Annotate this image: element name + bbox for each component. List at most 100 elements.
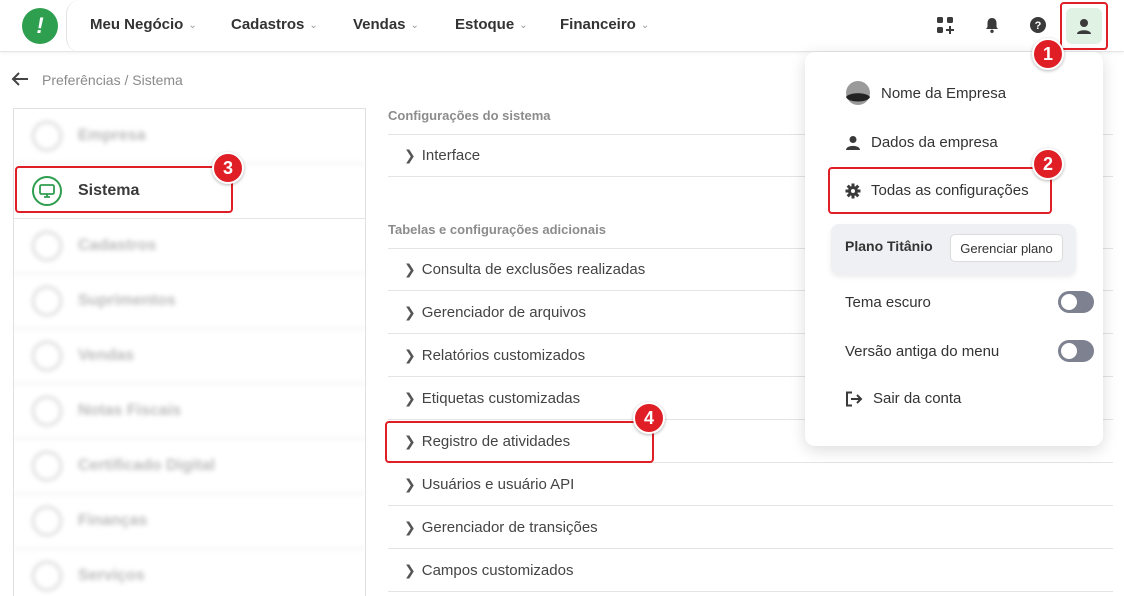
chevron-right-icon: ❯: [404, 147, 416, 163]
sidebar-item-suprimentos[interactable]: Suprimentos: [14, 274, 365, 329]
nav-label: Meu Negócio: [90, 16, 184, 33]
old-menu-toggle[interactable]: [1058, 340, 1094, 362]
settings-row[interactable]: ❯ Campos customizados: [388, 549, 1113, 592]
sidebar-item-cadastros[interactable]: Cadastros: [14, 219, 365, 274]
plan-card: Plano Titânio Gerenciar plano: [831, 224, 1076, 274]
chevron-down-icon: ⌄: [519, 20, 528, 31]
menu-company-data[interactable]: Dados da empresa: [845, 134, 998, 151]
financas-icon: [32, 506, 62, 536]
chevron-right-icon: ❯: [404, 475, 416, 492]
dark-theme-row: Tema escuro: [845, 291, 1094, 313]
chevron-down-icon: ⌄: [188, 20, 197, 31]
suprimentos-icon: [32, 286, 62, 316]
chevron-right-icon: ❯: [404, 303, 416, 320]
chevron-right-icon: ❯: [404, 261, 416, 277]
sidebar-item-sistema[interactable]: Sistema: [14, 164, 365, 219]
row-label: Usuários e usuário API: [421, 475, 575, 493]
user-dropdown-menu: Nome da Empresa Dados da empresa Todas a…: [805, 52, 1103, 446]
logo-divider: [66, 0, 80, 52]
sidebar-item-label: Notas Fiscais: [78, 402, 182, 419]
bell-icon[interactable]: [981, 14, 1003, 36]
menu-all-settings[interactable]: Todas as configurações: [845, 182, 1029, 199]
servicos-icon: [32, 561, 62, 591]
chevron-right-icon: ❯: [404, 561, 416, 578]
section-title-system: Configurações do sistema: [388, 108, 551, 123]
row-label: Relatórios customizados: [421, 346, 586, 364]
chevron-right-icon: ❯: [404, 518, 416, 535]
top-navbar: ! Meu Negócio ⌄ Cadastros ⌄ Vendas ⌄ Est…: [0, 0, 1124, 52]
nav-label: Financeiro: [560, 16, 636, 33]
menu-company-name: Nome da Empresa: [845, 80, 1006, 106]
sidebar-item-label: Serviços: [78, 567, 145, 584]
section-title-tables: Tabelas e configurações adicionais: [388, 222, 606, 237]
sidebar-item-label: Suprimentos: [78, 292, 176, 309]
logout-label: Sair da conta: [873, 390, 962, 407]
sidebar-item-label: Sistema: [78, 182, 140, 199]
back-arrow-icon[interactable]: [10, 70, 30, 93]
nav-meu-negocio[interactable]: Meu Negócio ⌄: [90, 16, 197, 33]
step-badge-2: 2: [1032, 148, 1064, 180]
chevron-right-icon: ❯: [404, 432, 416, 449]
sidebar-item-financas[interactable]: Finanças: [14, 494, 365, 549]
chevron-down-icon: ⌄: [640, 20, 650, 31]
gear-icon: [845, 183, 861, 198]
settings-row[interactable]: ❯ Gerenciador de transições: [388, 506, 1113, 549]
manage-plan-button[interactable]: Gerenciar plano: [950, 234, 1063, 262]
step-badge-3: 3: [212, 152, 244, 184]
dark-theme-toggle[interactable]: [1058, 291, 1094, 313]
nav-label: Cadastros: [231, 16, 305, 33]
all-settings-label: Todas as configurações: [871, 182, 1029, 199]
avatar-icon: [1077, 19, 1091, 34]
row-label: Consulta de exclusões realizadas: [421, 261, 646, 278]
nav-cadastros[interactable]: Cadastros ⌄: [231, 16, 318, 33]
step-badge-1: 1: [1032, 38, 1064, 70]
chevron-down-icon: ⌄: [309, 20, 318, 31]
sidebar-item-label: Certificado Digital: [78, 457, 215, 474]
app-logo[interactable]: !: [22, 8, 58, 44]
nav-financeiro[interactable]: Financeiro ⌄: [560, 16, 649, 33]
sidebar-item-notas-fiscais[interactable]: Notas Fiscais: [14, 384, 365, 439]
row-label: Gerenciador de transições: [421, 518, 598, 536]
settings-sidebar: Empresa Sistema Cadastros Suprimentos Ve…: [13, 108, 366, 596]
sidebar-item-servicos[interactable]: Serviços: [14, 549, 365, 596]
nav-estoque[interactable]: Estoque ⌄: [455, 16, 528, 33]
row-label: Gerenciador de arquivos: [421, 303, 586, 321]
sidebar-item-label: Vendas: [78, 347, 135, 364]
step-badge-4: 4: [633, 402, 665, 434]
notas-fiscais-icon: [32, 396, 62, 426]
sidebar-item-certificado-digital[interactable]: Certificado Digital: [14, 439, 365, 494]
vendas-icon: [32, 341, 62, 371]
sidebar-item-vendas[interactable]: Vendas: [14, 329, 365, 384]
nav-label: Estoque: [455, 16, 515, 33]
nav-label: Vendas: [353, 16, 406, 33]
chevron-down-icon: ⌄: [410, 20, 419, 31]
row-label: Etiquetas customizadas: [421, 389, 581, 407]
dark-theme-label: Tema escuro: [845, 294, 931, 311]
row-label: Registro de atividades: [421, 432, 571, 450]
apps-grid-icon[interactable]: [934, 14, 956, 36]
svg-text:?: ?: [1035, 20, 1042, 32]
cadastros-icon: [32, 231, 62, 261]
empresa-icon: [32, 121, 62, 151]
user-avatar-button[interactable]: [1066, 8, 1102, 44]
plan-name: Plano Titânio: [845, 238, 933, 254]
company-name-label: Nome da Empresa: [881, 84, 1007, 102]
sidebar-item-empresa[interactable]: Empresa: [14, 109, 365, 164]
old-menu-label: Versão antiga do menu: [845, 343, 1000, 360]
certificado-icon: [32, 451, 62, 481]
logout-icon: [846, 391, 863, 406]
monitor-icon: [32, 176, 62, 206]
row-label: Campos customizados: [421, 561, 574, 579]
sidebar-item-label: Empresa: [78, 127, 146, 144]
settings-row[interactable]: ❯ Usuários e usuário API: [388, 463, 1113, 506]
chevron-right-icon: ❯: [404, 346, 416, 363]
menu-logout[interactable]: Sair da conta: [845, 390, 961, 407]
user-icon: [846, 135, 860, 150]
company-data-label: Dados da empresa: [871, 134, 998, 151]
nav-vendas[interactable]: Vendas ⌄: [353, 16, 419, 33]
sidebar-item-label: Cadastros: [78, 237, 157, 254]
old-menu-row: Versão antiga do menu: [845, 340, 1094, 362]
row-label: Interface: [421, 147, 481, 164]
company-avatar-icon: [846, 81, 870, 105]
help-icon[interactable]: ?: [1027, 14, 1049, 36]
